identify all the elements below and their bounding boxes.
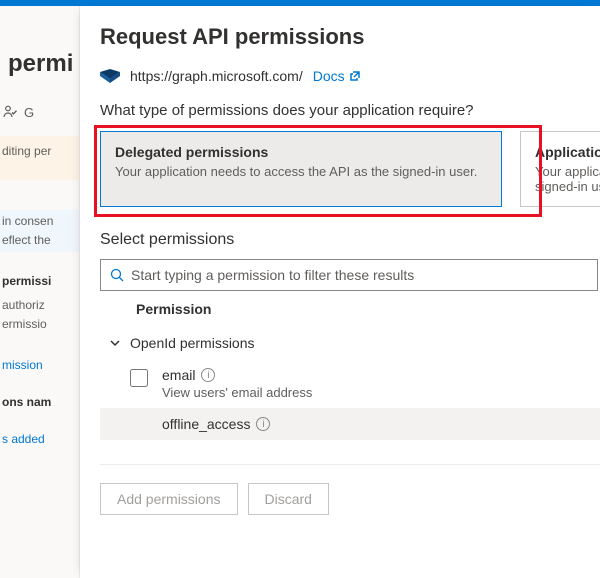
permission-name: email <box>162 367 195 383</box>
card-desc-l1: Your applica <box>535 164 600 179</box>
bg-link-1[interactable]: mission <box>0 354 79 377</box>
application-permissions-card[interactable]: Application Your applica signed-in us <box>520 131 600 207</box>
card-title: Application <box>535 144 600 160</box>
chevron-down-icon <box>108 336 122 350</box>
permission-name: offline_access <box>162 416 250 432</box>
panel-title: Request API permissions <box>100 24 600 50</box>
docs-link[interactable]: Docs <box>313 68 361 84</box>
permission-search-input[interactable] <box>131 267 589 283</box>
add-permissions-button[interactable]: Add permissions <box>100 483 238 515</box>
api-identifier-row: https://graph.microsoft.com/ Docs <box>100 68 600 84</box>
permission-type-cards: Delegated permissions Your application n… <box>100 131 600 207</box>
bg-title: permi <box>0 6 79 78</box>
permissions-list[interactable]: OpenId permissions email i View users' e… <box>100 327 600 465</box>
background-page: permi G diting per in consen eflect the … <box>0 6 80 578</box>
bg-grant-consent-link[interactable]: G <box>0 100 36 124</box>
bg-text-block: authoriz ermissio <box>0 294 79 336</box>
permission-row-offline-access[interactable]: offline_access i <box>100 408 600 440</box>
group-openid-permissions[interactable]: OpenId permissions <box>100 327 600 359</box>
delegated-permissions-card[interactable]: Delegated permissions Your application n… <box>100 131 502 207</box>
info-icon[interactable]: i <box>201 368 215 382</box>
permission-search[interactable] <box>100 259 598 291</box>
search-icon <box>109 267 125 283</box>
graph-api-icon <box>100 69 120 83</box>
bg-warning-banner: diting per <box>0 136 79 180</box>
person-check-icon <box>2 104 18 120</box>
permission-type-question: What type of permissions does your appli… <box>100 102 600 119</box>
permission-checkbox-email[interactable] <box>130 369 148 387</box>
discard-button[interactable]: Discard <box>248 483 329 515</box>
select-permissions-label: Select permissions <box>100 231 600 249</box>
card-title: Delegated permissions <box>115 144 487 160</box>
info-icon[interactable]: i <box>256 417 270 431</box>
external-link-icon <box>349 70 361 82</box>
api-url: https://graph.microsoft.com/ <box>130 68 303 84</box>
bg-info-banner: in consen eflect the <box>0 210 79 252</box>
bg-heading-1: permissi <box>0 270 79 293</box>
card-desc-l2: signed-in us <box>535 179 600 194</box>
panel-footer: Add permissions Discard <box>100 465 600 533</box>
card-desc: Your application needs to access the API… <box>115 164 487 179</box>
bg-heading-2: ons nam <box>0 391 79 414</box>
permission-row-email[interactable]: email i View users' email address <box>100 359 600 408</box>
request-api-permissions-panel: Request API permissions https://graph.mi… <box>80 6 600 578</box>
permission-desc: View users' email address <box>162 385 312 400</box>
bg-link-2[interactable]: s added <box>0 428 79 451</box>
permission-column-header: Permission <box>100 291 600 327</box>
